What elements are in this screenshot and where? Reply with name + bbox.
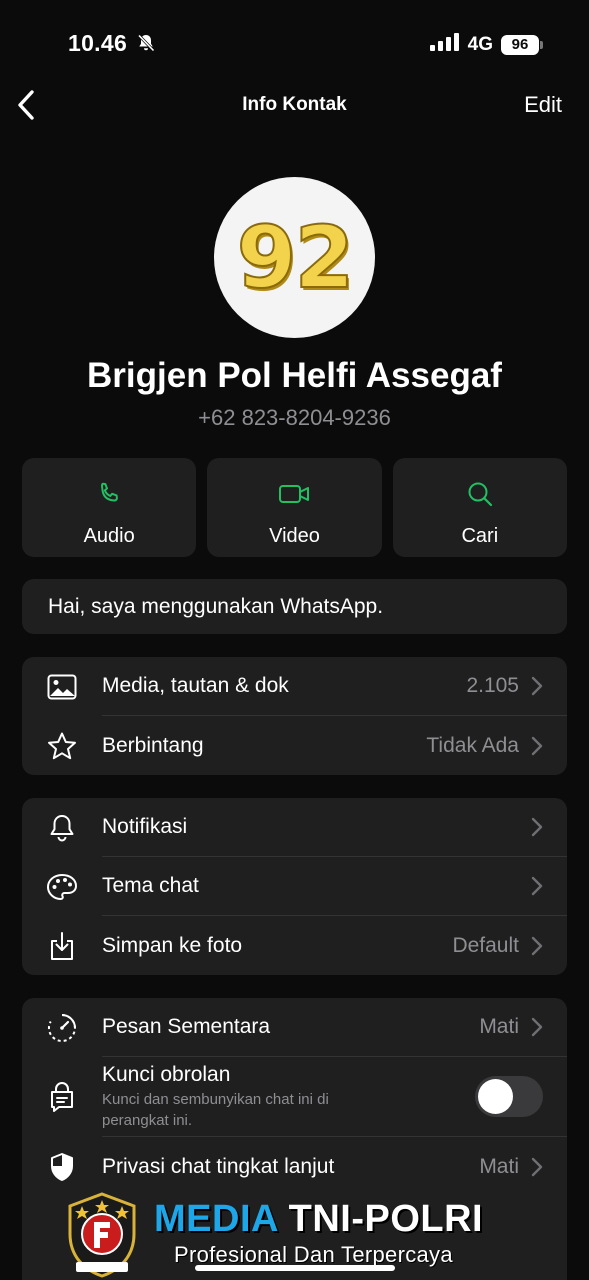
chat-theme-row[interactable]: Tema chat	[22, 857, 567, 916]
home-indicator[interactable]	[195, 1265, 395, 1271]
bell-off-icon	[136, 33, 156, 58]
save-to-photos-value: Default	[452, 933, 519, 957]
watermark-title-part1: MEDIA	[154, 1198, 278, 1240]
save-to-photos-label: Simpan ke foto	[102, 933, 243, 957]
chat-theme-label: Tema chat	[102, 874, 199, 897]
video-icon	[278, 480, 310, 513]
audio-call-button[interactable]: Audio	[22, 458, 197, 557]
star-icon	[22, 716, 102, 775]
chevron-right-icon	[531, 1157, 543, 1176]
edit-button[interactable]: Edit	[524, 92, 562, 118]
contact-phone[interactable]: +62 823-8204-9236	[0, 405, 589, 431]
image-icon	[22, 657, 102, 716]
battery-icon: 96	[501, 34, 543, 55]
page-title: Info Kontak	[242, 94, 347, 115]
media-section: Media, tautan & dok 2.105 Berbintang Tid…	[22, 657, 567, 775]
disappearing-messages-row[interactable]: Pesan Sementara Mati	[22, 998, 567, 1057]
nav-bar: Info Kontak Edit	[0, 80, 589, 130]
settings-section: Notifikasi Tema chat Simpan ke foto Defa…	[22, 798, 567, 975]
media-label: Media, tautan & dok	[102, 674, 289, 697]
avatar[interactable]: 92	[214, 177, 375, 338]
phone-icon	[95, 480, 123, 513]
signal-icon	[429, 33, 460, 56]
notifications-label: Notifikasi	[102, 815, 188, 838]
chevron-right-icon	[531, 1017, 543, 1037]
video-label: Video	[269, 525, 320, 547]
network-label: 4G	[467, 33, 493, 55]
download-icon	[22, 916, 102, 975]
about-status[interactable]: Hai, saya menggunakan WhatsApp.	[22, 579, 567, 634]
toggle-knob	[478, 1079, 513, 1114]
chevron-right-icon	[531, 736, 543, 755]
shield-icon	[22, 1137, 102, 1196]
status-bar: 10.46 4G 96	[0, 0, 589, 90]
palette-icon	[22, 857, 102, 916]
advanced-privacy-label: Privasi chat tingkat lanjut	[102, 1154, 335, 1178]
status-time: 10.46	[68, 30, 128, 56]
search-button[interactable]: Cari	[392, 458, 567, 557]
timer-icon	[22, 998, 102, 1057]
chevron-right-icon	[531, 936, 543, 955]
video-call-button[interactable]: Video	[207, 458, 382, 557]
advanced-privacy-row[interactable]: Privasi chat tingkat lanjut Mati	[22, 1137, 567, 1196]
media-count: 2.105	[466, 674, 519, 697]
search-label: Cari	[461, 525, 499, 547]
action-buttons: Audio Video Cari	[22, 458, 567, 557]
chevron-right-icon	[531, 876, 543, 896]
lock-chat-icon	[22, 1057, 102, 1137]
notifications-row[interactable]: Notifikasi	[22, 798, 567, 857]
watermark-title-part2: TNI-POLRI	[288, 1198, 484, 1240]
watermark-title: MEDIA TNI-POLRI	[154, 1198, 483, 1241]
watermark-logo	[62, 1190, 142, 1280]
bell-icon	[22, 798, 102, 857]
chevron-right-icon	[531, 676, 543, 696]
starred-label: Berbintang	[102, 733, 204, 757]
disappearing-value: Mati	[479, 1015, 519, 1038]
disappearing-label: Pesan Sementara	[102, 1015, 271, 1038]
status-right: 4G 96	[429, 33, 543, 56]
starred-value: Tidak Ada	[426, 733, 519, 757]
chat-lock-label: Kunci obrolan	[102, 1062, 231, 1086]
chat-lock-toggle[interactable]	[475, 1076, 543, 1117]
audio-label: Audio	[83, 525, 135, 547]
advanced-privacy-value: Mati	[479, 1154, 519, 1178]
save-to-photos-row[interactable]: Simpan ke foto Default	[22, 916, 567, 975]
contact-name: Brigjen Pol Helfi Assegaf	[87, 356, 502, 395]
media-links-docs-row[interactable]: Media, tautan & dok 2.105	[22, 657, 567, 716]
chat-lock-description: Kunci dan sembunyikan chat ini di perang…	[102, 1090, 329, 1129]
avatar-image-text: 92	[236, 207, 356, 309]
starred-row[interactable]: Berbintang Tidak Ada	[22, 716, 567, 775]
chat-lock-row: Kunci obrolan Kunci dan sembunyikan chat…	[22, 1057, 567, 1137]
search-icon	[466, 480, 494, 513]
chevron-right-icon	[531, 817, 543, 837]
